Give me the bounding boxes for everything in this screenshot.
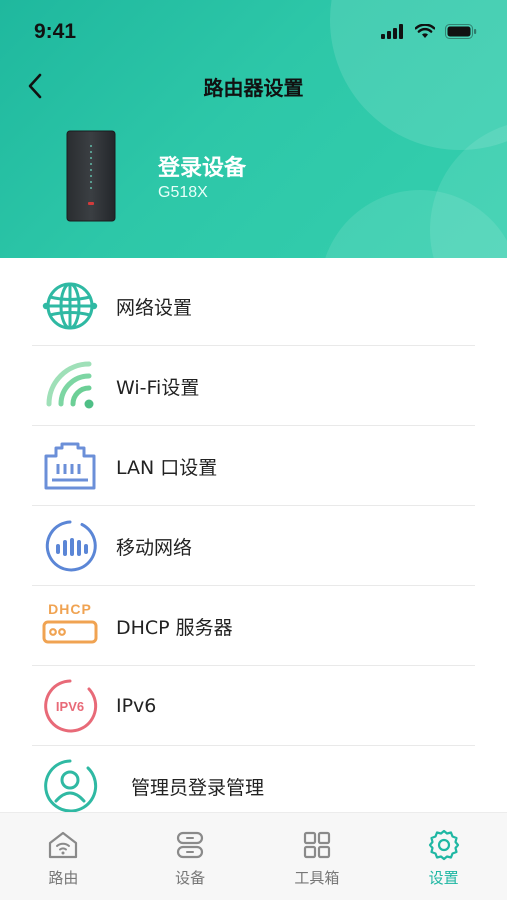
mobile-network-icon bbox=[41, 517, 99, 575]
router-image bbox=[66, 130, 116, 222]
menu-item-label: DHCP 服务器 bbox=[116, 616, 233, 639]
status-bar: 9:41 bbox=[0, 0, 507, 64]
menu-item-label: 网络设置 bbox=[116, 296, 193, 319]
battery-icon bbox=[445, 24, 477, 39]
menu-item-label: 移动网络 bbox=[116, 536, 193, 559]
toolbox-icon bbox=[303, 831, 330, 859]
menu-item-wifi-settings[interactable]: Wi-Fi设置 bbox=[0, 346, 507, 426]
dhcp-icon: DHCP bbox=[41, 597, 99, 655]
cellular-signal-icon bbox=[381, 24, 403, 39]
menu-item-label: Wi-Fi设置 bbox=[116, 376, 200, 399]
status-icons bbox=[381, 24, 477, 39]
globe-icon bbox=[41, 277, 99, 335]
tab-label: 设置 bbox=[428, 869, 459, 887]
tab-label: 设备 bbox=[175, 869, 206, 887]
home-wifi-icon bbox=[49, 831, 78, 859]
admin-icon bbox=[41, 757, 99, 815]
header: 9:41 路由器设置 登录设备 G518X bbox=[0, 0, 507, 258]
menu-item-dhcp-server[interactable]: DHCP DHCP 服务器 bbox=[0, 586, 507, 666]
lan-port-icon bbox=[41, 437, 99, 495]
menu-item-lan-settings[interactable]: LAN 口设置 bbox=[0, 426, 507, 506]
status-time: 9:41 bbox=[34, 20, 77, 43]
tab-toolbox[interactable]: 工具箱 bbox=[254, 813, 381, 900]
devices-icon bbox=[177, 831, 204, 859]
menu-item-label: LAN 口设置 bbox=[116, 456, 218, 479]
device-model: G518X bbox=[158, 184, 208, 201]
menu-item-mobile-network[interactable]: 移动网络 bbox=[0, 506, 507, 586]
menu-item-label: 管理员登录管理 bbox=[131, 776, 265, 799]
tab-settings[interactable]: 设置 bbox=[380, 813, 507, 900]
ipv6-icon: IPV6 bbox=[41, 677, 99, 735]
wifi-signal-icon bbox=[415, 24, 435, 38]
device-name: 登录设备 bbox=[158, 156, 247, 181]
bottom-tab-bar: 路由 设备 工具箱 设置 bbox=[0, 812, 507, 900]
settings-menu-list: 网络设置 Wi-Fi设置 LAN 口设置 移动网络 DHCP DHCP 服务器 … bbox=[0, 266, 507, 826]
device-card: 登录设备 G518X bbox=[0, 124, 507, 224]
page-title: 路由器设置 bbox=[203, 76, 304, 100]
tab-router[interactable]: 路由 bbox=[0, 813, 127, 900]
menu-item-network-settings[interactable]: 网络设置 bbox=[0, 266, 507, 346]
wifi-icon bbox=[41, 357, 99, 415]
tab-label: 工具箱 bbox=[294, 869, 340, 887]
menu-item-ipv6[interactable]: IPV6 IPv6 bbox=[0, 666, 507, 746]
svg-text:DHCP: DHCP bbox=[48, 601, 92, 617]
settings-icon bbox=[428, 829, 459, 861]
tab-label: 路由 bbox=[48, 869, 79, 887]
menu-item-label: IPv6 bbox=[116, 695, 157, 717]
tab-devices[interactable]: 设备 bbox=[127, 813, 254, 900]
svg-text:IPV6: IPV6 bbox=[56, 699, 84, 714]
nav-bar: 路由器设置 bbox=[0, 62, 507, 110]
